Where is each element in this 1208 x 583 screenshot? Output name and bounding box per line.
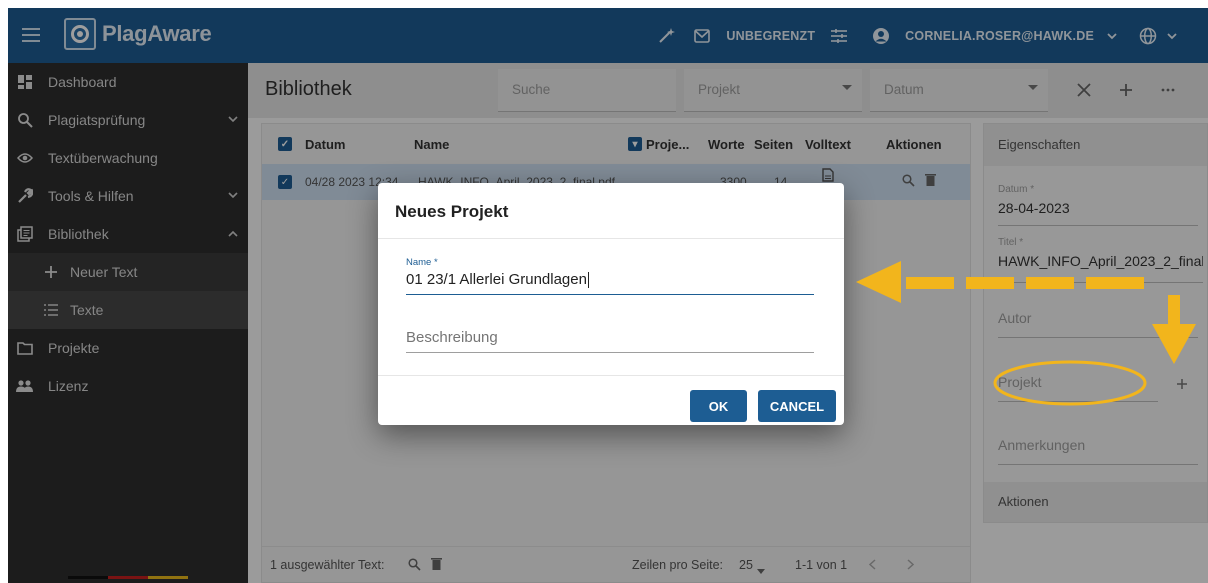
ok-button[interactable]: OK bbox=[690, 390, 747, 422]
text-cursor bbox=[587, 272, 589, 289]
divider bbox=[378, 375, 844, 376]
name-label: Name * bbox=[406, 257, 438, 268]
new-project-dialog: Neues Projekt Name * 01 23/1 Allerlei Gr… bbox=[378, 183, 844, 425]
app-window: PlagAware UNBEGRENZT CORNELIA.ROSER@HAWK… bbox=[8, 8, 1208, 583]
cancel-button[interactable]: CANCEL bbox=[758, 390, 836, 422]
divider bbox=[378, 238, 844, 239]
description-field[interactable]: Beschreibung bbox=[406, 329, 814, 353]
name-field[interactable]: Name * 01 23/1 Allerlei Grundlagen bbox=[406, 257, 814, 296]
description-input[interactable]: Beschreibung bbox=[406, 329, 814, 353]
screenshot-frame: PlagAware UNBEGRENZT CORNELIA.ROSER@HAWK… bbox=[0, 0, 1208, 583]
name-input[interactable]: 01 23/1 Allerlei Grundlagen bbox=[406, 271, 814, 296]
name-value: 01 23/1 Allerlei Grundlagen bbox=[406, 271, 587, 288]
dialog-title: Neues Projekt bbox=[395, 202, 509, 221]
